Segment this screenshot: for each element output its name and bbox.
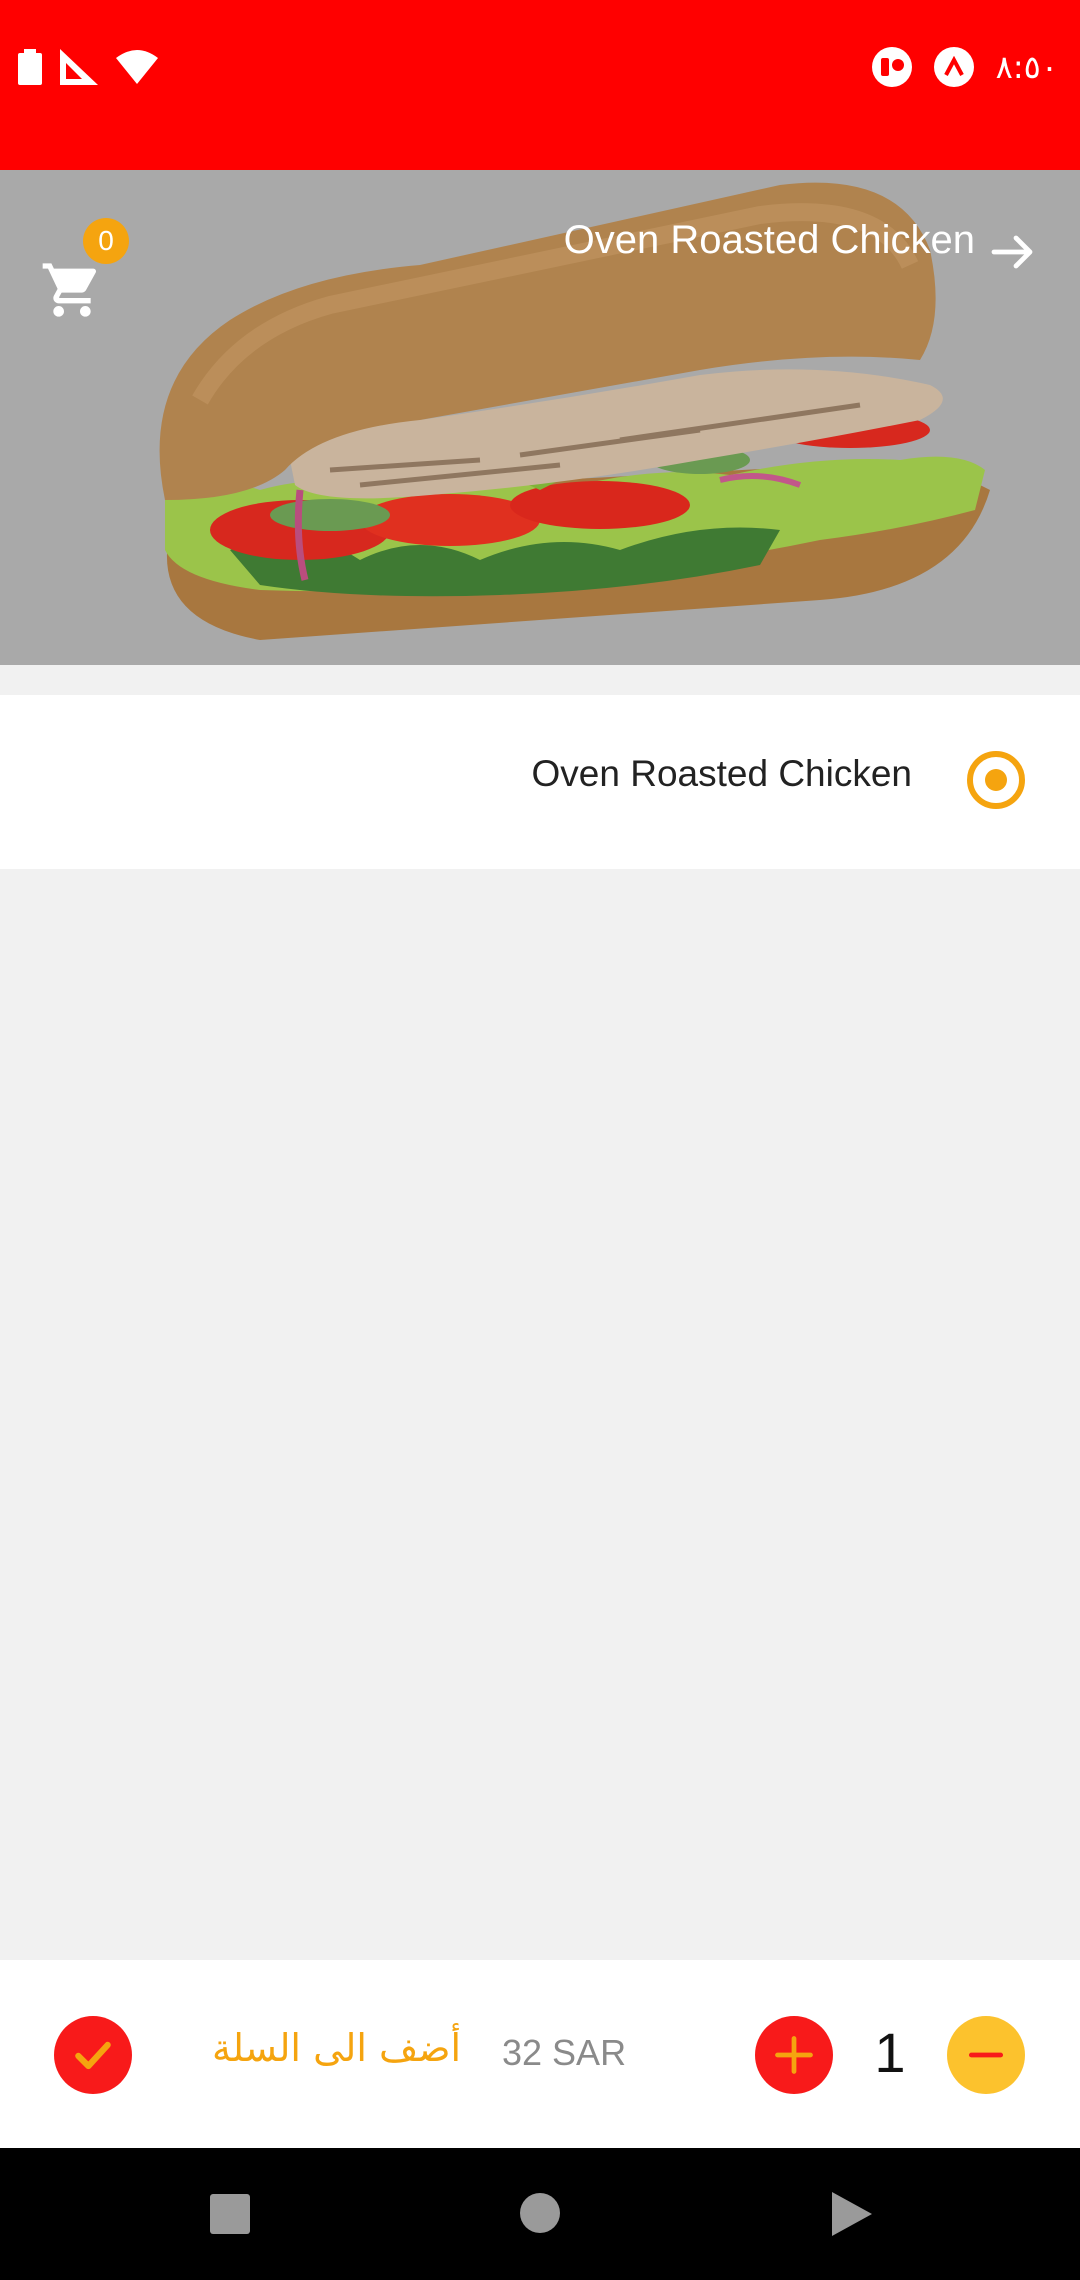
page-title: Oven Roasted Chicken — [563, 218, 975, 262]
option-label: Oven Roasted Chicken — [531, 753, 912, 794]
cart-icon — [42, 263, 97, 317]
confirm-add-button[interactable] — [54, 2016, 132, 2094]
signal-icon — [60, 49, 98, 85]
status-time: ٨:٥٠ — [995, 48, 1058, 86]
option-radio[interactable] — [967, 751, 1025, 809]
wifi-icon — [116, 50, 158, 84]
minus-icon — [968, 2052, 1004, 2058]
cart-button[interactable]: 0 — [40, 218, 130, 317]
cart-count-badge: 0 — [83, 218, 129, 264]
checkmark-icon — [75, 2041, 111, 2070]
status-icons-left — [18, 45, 158, 89]
price-label: 32 SAR — [502, 2032, 627, 2073]
forward-arrow-icon[interactable] — [988, 228, 1040, 276]
status-icons-right: ٨:٥٠ — [871, 45, 1058, 89]
recent-apps-icon[interactable] — [210, 2194, 250, 2234]
option-item[interactable]: Oven Roasted Chicken — [0, 695, 1080, 869]
add-to-cart-label[interactable]: أضف الى السلة — [212, 2026, 461, 2070]
increase-quantity-button[interactable] — [755, 2016, 833, 2094]
bottom-action-bar: أضف الى السلة 32 SAR 1 — [0, 1960, 1080, 2148]
product-hero: 0 Oven Roasted Chicken — [0, 170, 1080, 665]
radio-selected-dot — [985, 769, 1007, 791]
home-icon[interactable] — [520, 2193, 560, 2233]
notification-icon — [871, 47, 912, 87]
plus-icon — [775, 2036, 813, 2074]
decrease-quantity-button[interactable] — [947, 2016, 1025, 2094]
quantity-value: 1 — [874, 2021, 906, 2084]
battery-icon — [18, 49, 42, 85]
app-icon — [933, 47, 974, 87]
system-nav-bar — [0, 2148, 1080, 2280]
status-bar: ٨:٥٠ — [0, 0, 1080, 170]
back-triangle-icon[interactable] — [830, 2192, 874, 2236]
